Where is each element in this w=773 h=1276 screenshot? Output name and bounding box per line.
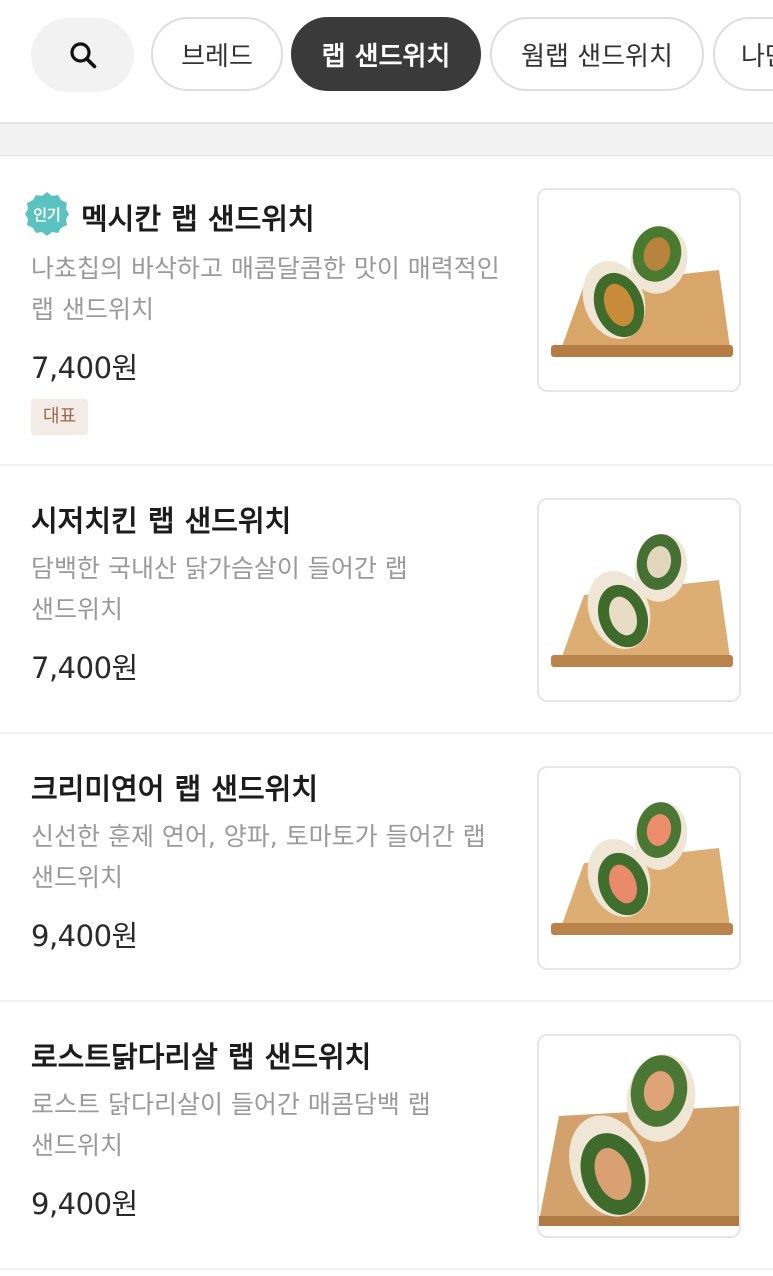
signature-tag: 대표	[31, 399, 89, 435]
tab-label: 랩 샌드위치	[321, 41, 451, 72]
popular-badge-label: 인기	[33, 206, 61, 224]
mexican-wrap-image	[537, 188, 741, 392]
menu-item-roast-chicken-thigh-wrap[interactable]: 로스트닭다리살 랩 샌드위치 로스트 닭다리살이 들어간 매콤담백 랩 샌드위치…	[0, 1002, 773, 1270]
roast-chicken-thigh-wrap-image	[537, 1034, 741, 1238]
category-tab-bar: 브레드 랩 샌드위치 웜랩 샌드위치 나만	[0, 0, 773, 122]
creamy-salmon-wrap-image	[537, 766, 741, 970]
item-description: 로스트 닭다리살이 들어간 매콤담백 랩 샌드위치	[31, 1090, 431, 1160]
tab-my-own[interactable]: 나만	[713, 17, 773, 91]
search-button[interactable]	[31, 18, 134, 92]
section-divider	[0, 122, 773, 156]
item-price: 7,400원	[31, 651, 138, 685]
caesar-chicken-wrap-image	[537, 498, 741, 702]
tab-bread[interactable]: 브레드	[151, 17, 283, 91]
item-name: 크리미연어 랩 샌드위치	[31, 772, 318, 806]
menu-item-mexican-wrap[interactable]: 인기 멕시칸 랩 샌드위치 나쵸칩의 바삭하고 매콤달콤한 맛이 매력적인 랩 …	[0, 156, 773, 466]
item-price: 7,400원	[31, 351, 138, 385]
item-price: 9,400원	[31, 1187, 138, 1221]
item-name: 시저치킨 랩 샌드위치	[31, 504, 292, 538]
item-description: 나쵸칩의 바삭하고 매콤달콤한 맛이 매력적인 랩 샌드위치	[31, 254, 500, 324]
tab-warm-wrap-sandwich[interactable]: 웜랩 샌드위치	[490, 17, 704, 91]
item-description: 담백한 국내산 닭가슴살이 들어간 랩 샌드위치	[31, 554, 408, 624]
tab-label: 나만	[741, 41, 773, 72]
menu-item-creamy-salmon-wrap[interactable]: 크리미연어 랩 샌드위치 신선한 훈제 연어, 양파, 토마토가 들어간 랩 샌…	[0, 734, 773, 1002]
tab-label: 브레드	[181, 41, 253, 72]
tab-label: 웜랩 샌드위치	[521, 41, 673, 72]
item-price: 9,400원	[31, 919, 138, 953]
item-description: 신선한 훈제 연어, 양파, 토마토가 들어간 랩 샌드위치	[31, 822, 486, 892]
popular-badge: 인기	[25, 192, 69, 236]
search-icon	[69, 42, 96, 69]
item-name: 로스트닭다리살 랩 샌드위치	[31, 1040, 372, 1074]
item-name: 멕시칸 랩 샌드위치	[81, 202, 315, 236]
menu-item-caesar-chicken-wrap[interactable]: 시저치킨 랩 샌드위치 담백한 국내산 닭가슴살이 들어간 랩 샌드위치 7,4…	[0, 466, 773, 734]
tab-wrap-sandwich[interactable]: 랩 샌드위치	[291, 17, 481, 91]
